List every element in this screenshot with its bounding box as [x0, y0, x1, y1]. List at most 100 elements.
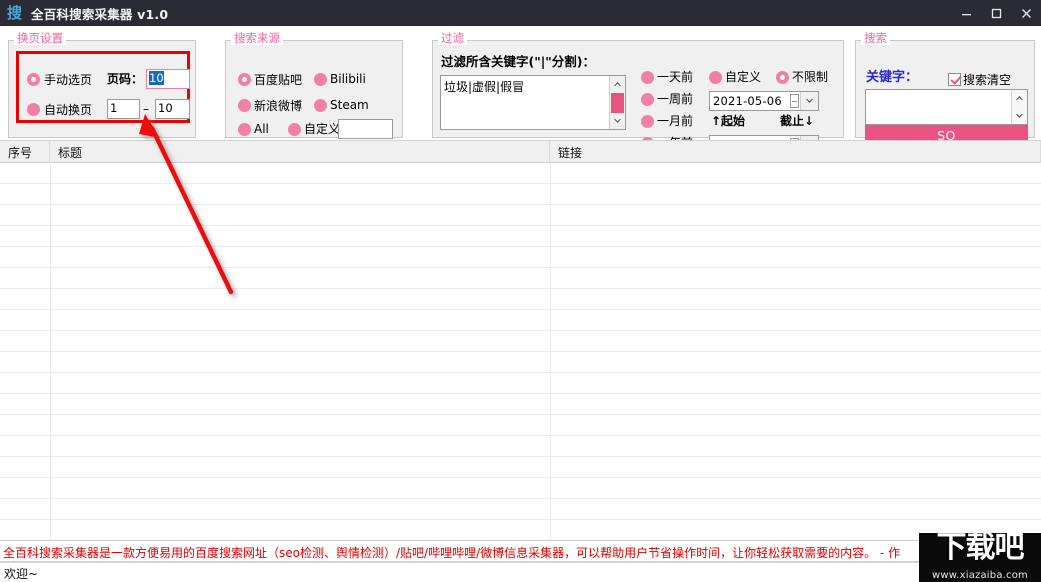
radio-date-one-day[interactable]: [641, 71, 654, 84]
filter-scrollbar[interactable]: [609, 76, 625, 129]
application-window: 搜 全百科搜索采集器 v1.0 换页设置 手动选页 自动换页 页码： 10 1 …: [0, 0, 1041, 582]
table-row[interactable]: [0, 247, 1041, 268]
title-bar: 搜 全百科搜索采集器 v1.0: [0, 0, 1041, 26]
label-page-number: 页码：: [107, 72, 144, 86]
label-end: 截止↓: [780, 114, 815, 128]
toolbar-region: 换页设置 手动选页 自动换页 页码： 10 1 – 10 搜索来源 百度贴吧 B…: [0, 26, 1041, 155]
minimize-icon[interactable]: [951, 0, 981, 26]
filter-keywords-value: 垃圾|虚假|假冒: [444, 80, 525, 94]
scroll-down-icon[interactable]: [610, 113, 625, 129]
keyword-scroll-down-icon[interactable]: [1012, 108, 1027, 124]
paging-group-title: 换页设置: [14, 32, 66, 45]
column-header-1[interactable]: 标题: [50, 141, 550, 163]
results-table-header: 序号 标题 链接: [0, 141, 1041, 163]
paging-settings-group: 换页设置 手动选页 自动换页 页码： 10 1 – 10: [8, 32, 196, 138]
table-row[interactable]: [0, 415, 1041, 436]
label-start: ↑起始: [711, 114, 746, 128]
table-row[interactable]: [0, 226, 1041, 247]
table-row[interactable]: [0, 394, 1041, 415]
start-date-picker[interactable]: 2021-05-06: [709, 91, 819, 111]
label-filter-keywords: 过滤所含关键字("|"分割)：: [441, 54, 596, 69]
table-row[interactable]: [0, 268, 1041, 289]
label-manual-page: 手动选页: [44, 73, 93, 87]
checkbox-check-icon: [948, 73, 961, 86]
table-row[interactable]: [0, 289, 1041, 310]
label-source-weibo: 新浪微博: [254, 99, 303, 113]
table-row[interactable]: [0, 457, 1041, 478]
table-row[interactable]: [0, 499, 1041, 520]
table-row[interactable]: [0, 373, 1041, 394]
filter-keywords-textarea[interactable]: 垃圾|虚假|假冒: [440, 75, 626, 130]
radio-date-custom[interactable]: [709, 71, 722, 84]
label-keyword: 关键字：: [866, 70, 919, 85]
label-clear-on-search: 搜索清空: [963, 73, 1012, 87]
maximize-icon[interactable]: [981, 0, 1011, 26]
source-custom-input[interactable]: [338, 119, 393, 139]
table-row[interactable]: [0, 184, 1041, 205]
radio-manual-page[interactable]: [27, 73, 40, 86]
table-row[interactable]: [0, 436, 1041, 457]
radio-date-no-limit[interactable]: [776, 71, 789, 84]
table-row[interactable]: [0, 478, 1041, 499]
status-text: 欢迎~: [4, 567, 39, 581]
clear-on-search-checkbox[interactable]: 搜索清空: [948, 71, 1011, 88]
scroll-up-icon[interactable]: [610, 76, 625, 92]
status-bar: 欢迎~: [0, 562, 1041, 582]
label-date-custom: 自定义: [725, 70, 762, 84]
radio-source-bilibili[interactable]: [314, 73, 327, 86]
scroll-thumb[interactable]: [611, 93, 624, 113]
label-date-one-day: 一天前: [657, 70, 694, 84]
window-title: 全百科搜索采集器 v1.0: [31, 6, 169, 22]
label-source-bilibili: Bilibili: [330, 72, 366, 86]
label-source-steam: Steam: [330, 98, 369, 112]
start-date-value: 2021-05-06: [713, 94, 782, 108]
column-header-2[interactable]: 链接: [550, 141, 1041, 163]
radio-source-all[interactable]: [238, 123, 251, 136]
source-group-title: 搜索来源: [231, 32, 283, 45]
column-header-label: 标题: [58, 145, 83, 160]
close-icon[interactable]: [1011, 0, 1041, 26]
column-header-0[interactable]: 序号: [0, 141, 50, 163]
table-row[interactable]: [0, 331, 1041, 352]
start-date-chevron-down-icon[interactable]: [800, 92, 818, 110]
keyword-scroll-up-icon[interactable]: [1012, 90, 1027, 106]
table-row[interactable]: [0, 163, 1041, 184]
keyword-scrollbar[interactable]: [1011, 90, 1027, 124]
page-range-to-input[interactable]: 10: [155, 99, 190, 119]
label-date-no-limit: 不限制: [792, 70, 829, 84]
label-source-all: All: [254, 122, 269, 136]
search-group-title: 搜索: [861, 32, 890, 45]
watermark: 下载吧 www.xiazaiba.com: [919, 533, 1041, 582]
column-header-label: 链接: [558, 145, 583, 160]
radio-source-steam[interactable]: [314, 99, 327, 112]
page-number-input[interactable]: 10: [146, 69, 190, 89]
radio-source-tieba[interactable]: [238, 73, 251, 86]
marquee-text: 全百科搜索采集器是一款方便易用的百度搜索网址（seo检测、舆情检测）/贴吧/哔哩…: [3, 546, 901, 560]
results-table-body[interactable]: [0, 163, 1041, 540]
label-date-one-week: 一周前: [657, 92, 694, 106]
search-source-group: 搜索来源 百度贴吧 Bilibili 新浪微博 Steam All 自定义: [225, 32, 403, 139]
window-controls: [951, 0, 1041, 26]
column-header-label: 序号: [8, 145, 33, 160]
radio-date-one-week[interactable]: [641, 93, 654, 106]
table-row[interactable]: [0, 352, 1041, 373]
watermark-url: www.xiazaiba.com: [932, 570, 1028, 581]
radio-source-weibo[interactable]: [238, 99, 251, 112]
page-number-value: 10: [149, 71, 164, 85]
radio-auto-page[interactable]: [27, 103, 40, 116]
page-range-from-input[interactable]: 1: [107, 99, 140, 119]
table-row[interactable]: [0, 205, 1041, 226]
watermark-logo: 下载吧: [936, 533, 1025, 565]
start-date-spinner-icon[interactable]: [790, 94, 799, 108]
app-logo-icon: 搜: [7, 3, 23, 22]
radio-source-custom[interactable]: [288, 123, 301, 136]
marquee-bar: 全百科搜索采集器是一款方便易用的百度搜索网址（seo检测、舆情检测）/贴吧/哔哩…: [0, 540, 1041, 562]
table-row[interactable]: [0, 310, 1041, 331]
page-range-dash: –: [143, 102, 149, 116]
label-auto-page: 自动换页: [44, 103, 93, 117]
label-source-custom: 自定义: [304, 122, 341, 136]
keyword-textarea[interactable]: [865, 89, 1028, 125]
radio-date-one-month[interactable]: [641, 115, 654, 128]
label-date-one-month: 一月前: [657, 114, 694, 128]
table-row[interactable]: [0, 520, 1041, 540]
